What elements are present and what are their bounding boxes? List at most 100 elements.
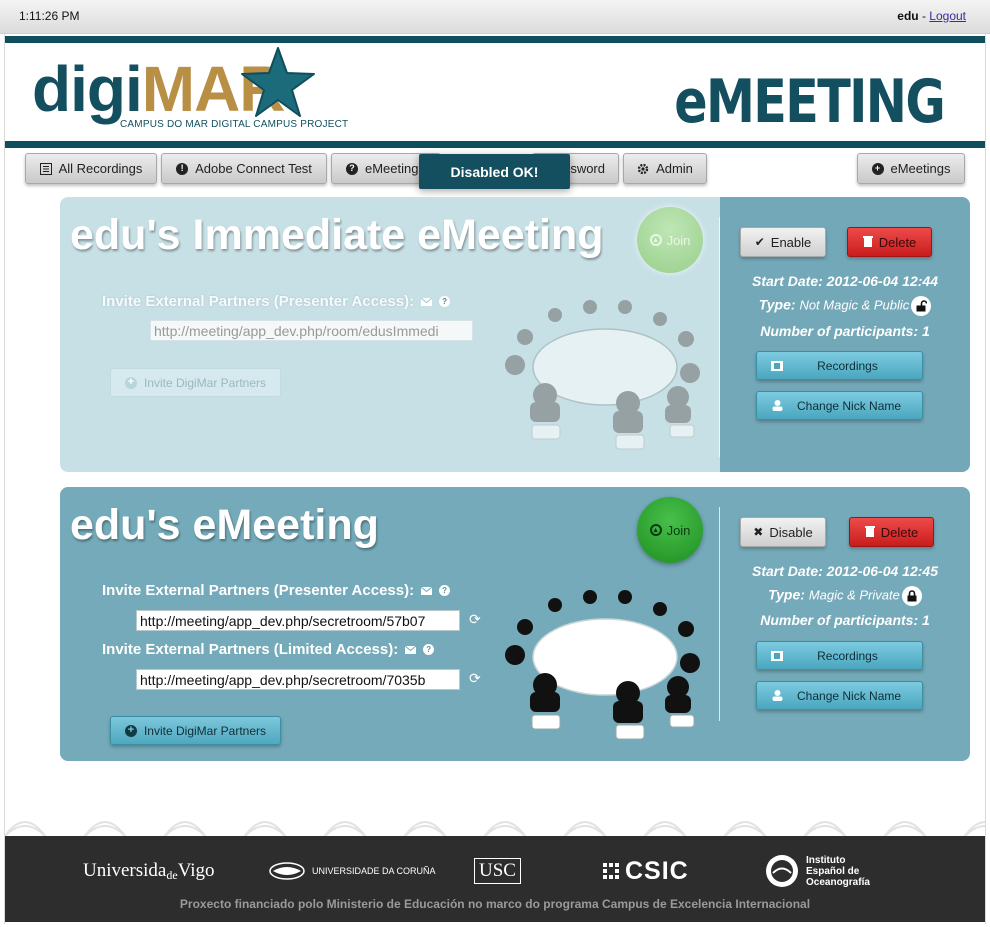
unlocked-icon	[911, 296, 932, 316]
starfish-icon	[241, 47, 315, 117]
ieo-line-1: Instituto	[806, 854, 846, 866]
recordings-label: Recordings	[817, 358, 878, 373]
alert-icon: !	[176, 162, 189, 175]
wave-decoration	[5, 821, 985, 836]
invite-digimar-partners-button[interactable]: + Invite DigiMar Partners	[110, 368, 281, 397]
logo-digi: digi	[32, 53, 143, 125]
csic-emblem-icon	[603, 863, 619, 879]
conference-table-image	[505, 300, 700, 450]
delete-button[interactable]: Delete	[849, 517, 934, 547]
meeting-main-panel: edu's Immediate eMeeting ▲ Join Invite Ex…	[60, 197, 720, 472]
change-nick-name-button[interactable]: Change Nick Name	[756, 391, 923, 420]
help-icon[interactable]: ?	[439, 296, 451, 307]
enable-button[interactable]: ✔ Enable	[740, 227, 826, 257]
nav-adobe-connect-test-label: Adobe Connect Test	[195, 161, 312, 176]
limited-url-field[interactable]	[136, 669, 460, 690]
nav-admin[interactable]: Admin	[623, 153, 707, 184]
list-icon	[39, 162, 52, 175]
meeting-type: Type: Magic & Private	[720, 586, 970, 606]
nav-emeeting-label: eMeeting	[365, 161, 419, 176]
refresh-icon[interactable]: ⟳	[469, 670, 481, 687]
disable-label: Disable	[769, 524, 813, 540]
gear-icon	[637, 163, 649, 175]
presenter-access-label: Invite External Partners (Presenter Acce…	[102, 582, 451, 599]
envelope-icon[interactable]	[421, 586, 433, 595]
disable-button[interactable]: ✖ Disable	[740, 517, 826, 547]
product-title: eMEETING	[674, 67, 945, 137]
join-button[interactable]: ▲ Join	[637, 497, 703, 563]
meeting-type: Type: Not Magic & Public	[720, 296, 970, 316]
usc-box: USC	[474, 858, 521, 884]
meeting-side-panel: ✔ Enable Delete Start Date: 2012-06-04 12…	[720, 197, 970, 472]
invite-digimar-partners-button[interactable]: + Invite DigiMar Partners	[110, 716, 281, 745]
help-icon[interactable]: ?	[423, 644, 435, 655]
udc-emblem-icon	[269, 862, 305, 880]
envelope-icon[interactable]	[405, 645, 417, 654]
join-label: Join	[666, 232, 691, 248]
top-bar: 1:11:26 PM edu - Logout	[0, 0, 990, 34]
change-nick-name-label: Change Nick Name	[797, 398, 902, 413]
change-nick-name-button[interactable]: Change Nick Name	[756, 681, 923, 710]
locked-icon	[901, 586, 922, 606]
invite-digimar-label: Invite DigiMar Partners	[143, 723, 267, 738]
type-label: Type:	[768, 586, 805, 603]
delete-label: Delete	[878, 234, 917, 250]
delete-label: Delete	[880, 524, 919, 540]
username: edu	[897, 9, 919, 23]
join-label: Join	[666, 522, 691, 538]
meeting-side-panel: ✖ Disable Delete Start Date: 2012-06-04 1…	[720, 487, 970, 761]
plus-circle-icon: +	[871, 162, 884, 175]
envelope-icon[interactable]	[421, 297, 433, 306]
user-separator: -	[918, 9, 930, 23]
digimar-logo: digiMAR CAMPUS DO MAR DIGITAL CAMPUS PRO…	[32, 46, 348, 138]
join-button[interactable]: ▲ Join	[637, 207, 703, 273]
plus-circle-icon: +	[124, 724, 137, 737]
csic-logo: CSIC	[603, 854, 689, 888]
ieo-line-2: Español de	[806, 865, 860, 877]
usc-text: USC	[479, 860, 516, 881]
invite-digimar-label: Invite DigiMar Partners	[143, 375, 267, 390]
footer-funding-note: Proxecto financiado polo Ministerio de E…	[179, 897, 811, 911]
conference-table-image	[505, 590, 700, 740]
uvigo-logo: Universida de Vigo	[83, 854, 215, 888]
participants-count: Number of participants: 1	[760, 612, 930, 628]
film-icon	[757, 360, 797, 371]
join-icon: ▲	[649, 524, 662, 536]
recordings-button[interactable]: Recordings	[756, 641, 923, 670]
delete-button[interactable]: Delete	[847, 227, 932, 257]
presenter-access-text: Invite External Partners (Presenter Acce…	[102, 582, 415, 599]
help-icon[interactable]: ?	[439, 585, 451, 596]
presenter-url-field[interactable]	[150, 320, 473, 341]
meeting-title: edu's Immediate eMeeting	[70, 211, 604, 259]
meeting-title: edu's eMeeting	[70, 501, 379, 549]
nav-all-recordings[interactable]: All Recordings	[25, 153, 157, 184]
meeting-main-panel: edu's eMeeting ▲ Join Invite External Par…	[60, 487, 720, 761]
user-icon	[757, 690, 797, 701]
udc-logo: UNIVERSIDADE DA CORUÑA	[269, 854, 436, 888]
help-icon: ?	[346, 162, 358, 175]
nav-password-label: sword	[570, 161, 605, 176]
nav-emeetings[interactable]: + eMeetings	[857, 153, 965, 184]
close-icon: ✖	[753, 525, 764, 539]
presenter-access-text: Invite External Partners (Presenter Acce…	[102, 293, 415, 310]
limited-access-text: Invite External Partners (Limited Access…	[102, 641, 399, 658]
ieo-logo: Instituto Español de Oceanografía	[765, 854, 870, 888]
change-nick-name-label: Change Nick Name	[797, 688, 902, 703]
trash-icon	[864, 525, 875, 540]
logo-tagline: CAMPUS DO MAR DIGITAL CAMPUS PROJECT	[120, 119, 349, 130]
enable-label: Enable	[770, 234, 812, 250]
clock: 1:11:26 PM	[19, 9, 80, 23]
uvigo-text-de: de	[166, 867, 178, 882]
type-label: Type:	[758, 296, 796, 313]
refresh-icon[interactable]: ⟳	[469, 611, 481, 628]
recordings-button[interactable]: Recordings	[756, 351, 923, 380]
csic-text: CSIC	[625, 856, 689, 885]
nav-adobe-connect-test[interactable]: ! Adobe Connect Test	[161, 153, 327, 184]
logout-link[interactable]: Logout	[929, 9, 966, 23]
ieo-text: Instituto Español de Oceanografía	[806, 855, 870, 888]
plus-circle-icon: +	[124, 376, 137, 389]
recordings-label: Recordings	[817, 648, 878, 663]
usc-logo: USC	[474, 854, 521, 888]
presenter-url-field[interactable]	[136, 610, 460, 631]
type-value: Magic & Private	[808, 587, 900, 603]
